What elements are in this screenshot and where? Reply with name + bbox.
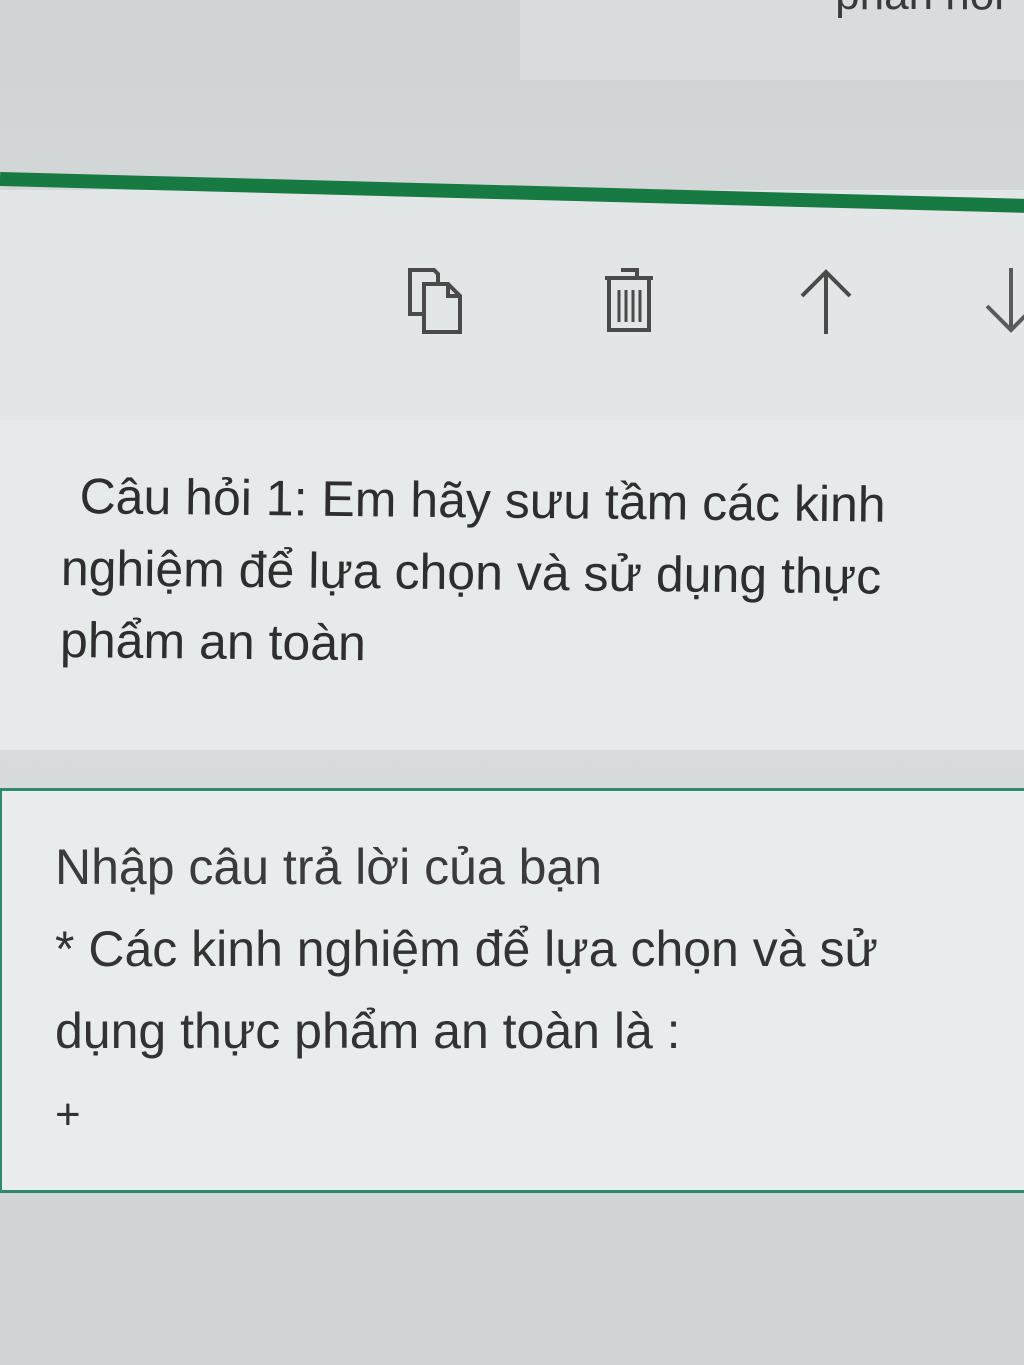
question-toolbar <box>390 255 1024 355</box>
question-title: Câu hỏi 1: Em hãy sưu tầm các kinh nghiệ… <box>59 468 886 672</box>
answer-placeholder: Nhập câu trả lời của bạn <box>55 839 602 895</box>
delete-icon <box>605 268 653 332</box>
delete-button[interactable] <box>593 255 665 345</box>
arrow-down-icon <box>985 268 1024 333</box>
answer-text-line: + <box>55 1090 81 1139</box>
copy-button[interactable] <box>398 255 470 345</box>
move-down-button[interactable] <box>975 255 1024 345</box>
answer-text-line: * Các kinh nghiệm để lựa chọn và sử <box>55 921 878 977</box>
header-partial: phản hồi <box>520 0 1024 80</box>
header-partial-text: phản hồi <box>835 0 1004 20</box>
answer-text-line: dụng thực phẩm an toàn là : <box>55 1003 681 1059</box>
copy-icon <box>408 268 462 334</box>
page-background <box>0 1200 1024 1365</box>
arrow-up-icon <box>800 269 852 334</box>
move-up-button[interactable] <box>790 255 862 345</box>
